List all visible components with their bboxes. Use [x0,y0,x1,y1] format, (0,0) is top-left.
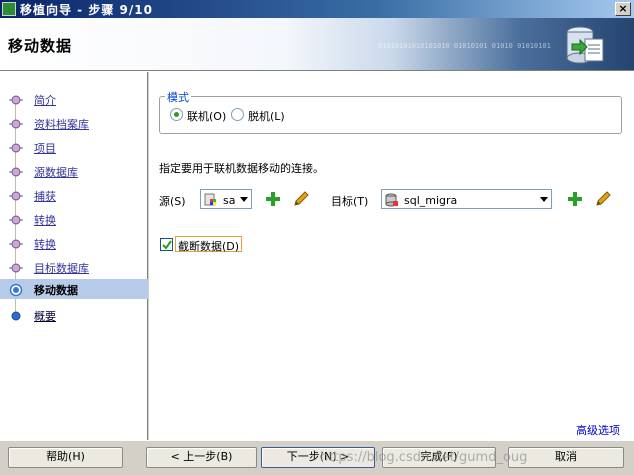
step-convert-1[interactable]: 转换 [0,209,148,229]
target-label: 目标(T) [331,195,369,208]
step-source-database[interactable]: 源数据库 [0,161,148,181]
step-done-icon [9,167,23,177]
step-label: 项目 [34,142,56,155]
radio-selected-icon [170,108,183,121]
source-label: 源(S) [159,195,186,208]
title-bar: 移植向导 - 步骤 9/10 × [0,0,634,18]
step-repository[interactable]: 资料档案库 [0,113,148,133]
page-title: 移动数据 [8,37,73,55]
radio-unselected-icon [231,108,244,121]
database-connection-icon [204,193,216,206]
source-connection-select[interactable]: sa [200,189,252,209]
wizard-steps: 简介 资料档案库 项目 源数据库 捕获 转换 转换 目标数据库 移动数据 概要 [0,72,148,440]
database-connection-icon [385,193,398,207]
step-intro[interactable]: 简介 [0,89,148,109]
step-done-icon [9,191,23,201]
step-done-icon [9,95,23,105]
step-label: 资料档案库 [34,118,89,131]
add-target-connection-icon[interactable] [566,190,584,208]
connection-description: 指定要用于联机数据移动的连接。 [159,162,324,175]
step-capture[interactable]: 捕获 [0,185,148,205]
step-target-database[interactable]: 目标数据库 [0,257,148,277]
step-content: 模式 联机(O) 脱机(L) 指定要用于联机数据移动的连接。 源(S) sa 目… [149,72,634,440]
truncate-data-label: 截断数据(D) [175,236,243,253]
online-radio-label: 联机(O) [187,110,227,123]
finish-button[interactable]: 完成(F) [382,447,496,468]
step-label: 捕获 [34,190,56,203]
step-done-icon [9,215,23,225]
window-title: 移植向导 - 步骤 9/10 [20,3,153,17]
offline-radio-label: 脱机(L) [248,110,285,123]
edit-source-connection-icon[interactable] [292,190,310,208]
step-pending-icon [11,311,21,321]
step-label: 源数据库 [34,166,78,179]
close-button[interactable]: × [615,2,631,16]
back-button[interactable]: < 上一步(B) [146,447,257,468]
help-button[interactable]: 帮助(H) [8,447,123,468]
step-label: 目标数据库 [34,262,89,275]
edit-target-connection-icon[interactable] [594,190,612,208]
mode-legend: 模式 [165,89,191,105]
step-label: 转换 [34,214,56,227]
step-done-icon [9,143,23,153]
target-connection-value: sql_migra [404,194,458,207]
add-source-connection-icon[interactable] [264,190,282,208]
step-move-data[interactable]: 移动数据 [0,279,148,299]
source-connection-value: sa [223,194,236,207]
mode-group: 模式 联机(O) 脱机(L) [159,89,622,134]
advanced-options-link[interactable]: 高级选项 [576,422,620,438]
step-project[interactable]: 项目 [0,137,148,157]
step-summary[interactable]: 概要 [0,305,148,325]
cancel-button[interactable]: 取消 [508,447,624,468]
step-label: 简介 [34,94,56,107]
checkbox-checked-icon [160,238,173,251]
step-label: 转换 [34,238,56,251]
step-done-icon [9,239,23,249]
chevron-down-icon [540,197,548,202]
footer-divider [0,440,634,441]
target-connection-select[interactable]: sql_migra [381,189,552,209]
chevron-down-icon [240,197,248,202]
binary-decoration: 01010101010101010 01010101 01010 0101010… [378,42,551,50]
step-label: 概要 [34,310,56,323]
step-done-icon [9,119,23,129]
database-migration-icon [566,26,604,64]
wizard-header: 移动数据 01010101010101010 01010101 01010 01… [0,18,634,70]
next-button[interactable]: 下一步(N) > [261,447,375,468]
app-icon [2,2,16,16]
step-convert-2[interactable]: 转换 [0,233,148,253]
step-done-icon [9,263,23,273]
step-label: 移动数据 [34,284,78,297]
step-current-icon [9,283,23,297]
